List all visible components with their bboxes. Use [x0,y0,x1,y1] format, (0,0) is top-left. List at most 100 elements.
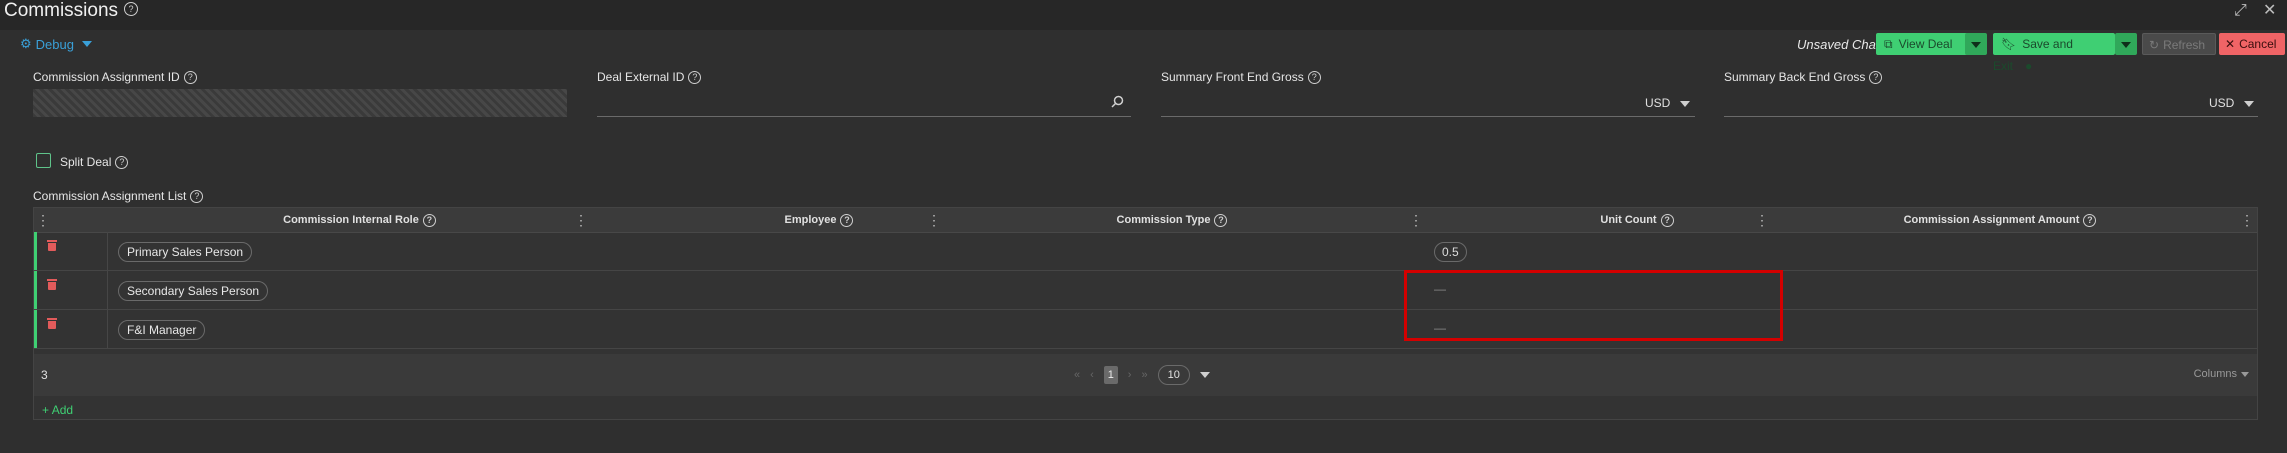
summary-front-end-gross-label: Summary Front End Gross? [1161,70,1321,85]
column-menu-icon[interactable]: ⋮ [927,208,941,232]
summary-back-end-gross-underline [1724,116,2258,117]
last-page-icon[interactable]: » [1141,369,1147,381]
first-page-icon[interactable]: « [1074,369,1080,381]
help-icon[interactable]: ? [1307,71,1321,85]
table-row[interactable]: F&I Manager — [34,310,2257,349]
label-text: Summary Front End Gross [1161,70,1304,84]
table-row[interactable]: Secondary Sales Person — [34,271,2257,310]
role-chip[interactable]: Secondary Sales Person [118,281,269,301]
help-icon[interactable]: ? [124,1,139,16]
bookmark-icon: 🔖︎ [2001,37,2017,51]
page-title: Commissions? [4,0,139,22]
column-header-role[interactable]: Commission Internal Role? [107,208,612,232]
currency-select[interactable]: USD [1645,96,1691,110]
commission-assignment-grid: ⋮ Commission Internal Role? ⋮ Employee? … [33,207,2258,420]
help-icon[interactable]: ? [422,213,436,227]
deal-external-id-input[interactable] [597,89,1131,117]
help-icon[interactable]: ? [1214,213,1228,227]
title-bar: Commissions? ⤢ ✕ [0,0,2287,30]
page-number[interactable]: 1 [1103,366,1118,384]
chevron-down-icon [2241,371,2249,377]
plus-icon: + [42,403,50,417]
help-icon[interactable]: ? [183,71,197,85]
role-chip[interactable]: Primary Sales Person [118,242,253,262]
help-icon[interactable]: ? [1660,213,1674,227]
column-menu-icon[interactable]: ⋮ [2240,208,2254,232]
close-icon[interactable]: ✕ [2263,3,2276,19]
delete-row-icon[interactable] [47,279,57,290]
chevron-down-icon [1971,41,1981,48]
chevron-down-icon [1680,100,1691,107]
column-header-assignment-amount[interactable]: Commission Assignment Amount? [1765,208,2235,232]
cell-divider [107,232,108,270]
split-deal-checkbox[interactable] [36,153,51,168]
view-deal-button[interactable]: ⧉ View Deal [1876,33,1976,55]
refresh-icon: ↻ [2149,38,2160,52]
page-size-select[interactable]: 10 [1157,365,1190,385]
help-icon[interactable]: ? [115,156,129,170]
help-icon[interactable]: ? [840,213,854,227]
role-chip[interactable]: F&I Manager [118,320,206,340]
commission-assignment-id-label: Commission Assignment ID? [33,70,197,85]
chevron-down-icon [81,41,92,47]
unit-count-chip[interactable]: 0.5 [1434,242,1467,262]
prev-page-icon[interactable]: ‹ [1090,369,1094,381]
view-deal-dropdown-button[interactable] [1965,33,1987,55]
table-row[interactable]: Primary Sales Person 0.5 [34,232,2257,271]
row-status-bar [34,232,37,270]
label-text: Commission Assignment List [33,189,187,203]
summary-front-end-gross-underline [1161,116,1695,117]
summary-front-end-gross-input[interactable] [1161,89,1695,117]
grid-footer: 3 « ‹ 1 › » 10 Columns [34,354,2257,396]
delete-row-icon[interactable] [47,240,57,251]
expand-icon[interactable]: ⤢ [2234,3,2247,19]
cell-divider [107,271,108,309]
highlight-box [1404,270,1783,341]
help-icon[interactable]: ? [1869,71,1883,85]
column-menu-icon[interactable]: ⋮ [574,208,588,232]
columns-button[interactable]: Columns [2194,368,2249,380]
currency-value: USD [2209,96,2235,110]
search-icon[interactable] [1111,95,1124,108]
currency-select[interactable]: USD [2209,96,2255,110]
add-label: Add [51,403,74,417]
help-icon[interactable]: ? [688,71,702,85]
row-status-bar [34,310,37,348]
debug-label: Debug [35,36,74,52]
summary-back-end-gross-label: Summary Back End Gross? [1724,70,1883,85]
save-dropdown-button[interactable] [2115,33,2137,55]
cancel-button[interactable]: ✕ Cancel [2219,33,2285,55]
chevron-down-icon [2244,100,2255,107]
column-menu-icon[interactable]: ⋮ [1409,208,1423,232]
help-icon[interactable]: ? [190,190,204,204]
label-text: Commission Assignment ID [33,70,180,84]
summary-back-end-gross-input[interactable] [1724,89,2258,117]
column-menu-icon[interactable]: ⋮ [36,208,50,232]
column-title: Commission Internal Role [283,214,419,226]
add-row-button[interactable]: + Add [42,403,73,417]
next-page-icon[interactable]: › [1128,369,1132,381]
label-text: Deal External ID [597,70,685,84]
label-text: Split Deal [60,155,112,169]
refresh-label: Refresh [2163,38,2206,52]
column-title: Commission Assignment Amount [1903,214,2080,226]
split-deal-label: Split Deal? [60,155,129,170]
commission-assignment-id-field [33,89,567,117]
deal-external-id-label: Deal External ID? [597,70,702,85]
column-title: Employee [784,214,837,226]
page-title-text: Commissions [4,0,119,21]
row-count: 3 [41,368,48,382]
column-title: Unit Count [1600,214,1657,226]
save-and-exit-button[interactable]: 🔖︎ Save and Exit ● [1993,33,2115,73]
chevron-down-icon[interactable] [1199,372,1210,378]
debug-menu[interactable]: ⚙ Debug [20,36,92,52]
help-icon[interactable]: ? [2083,213,2097,227]
column-menu-icon[interactable]: ⋮ [1755,208,1769,232]
bug-icon: ⚙ [20,36,32,51]
column-header-commission-type[interactable]: Commission Type? [937,208,1407,232]
cancel-label: Cancel [2239,37,2277,51]
view-deal-label: View Deal [1898,37,1953,51]
pagination: « ‹ 1 › » 10 [1074,365,1210,385]
delete-row-icon[interactable] [47,318,57,329]
refresh-button[interactable]: ↻ Refresh [2142,33,2216,55]
